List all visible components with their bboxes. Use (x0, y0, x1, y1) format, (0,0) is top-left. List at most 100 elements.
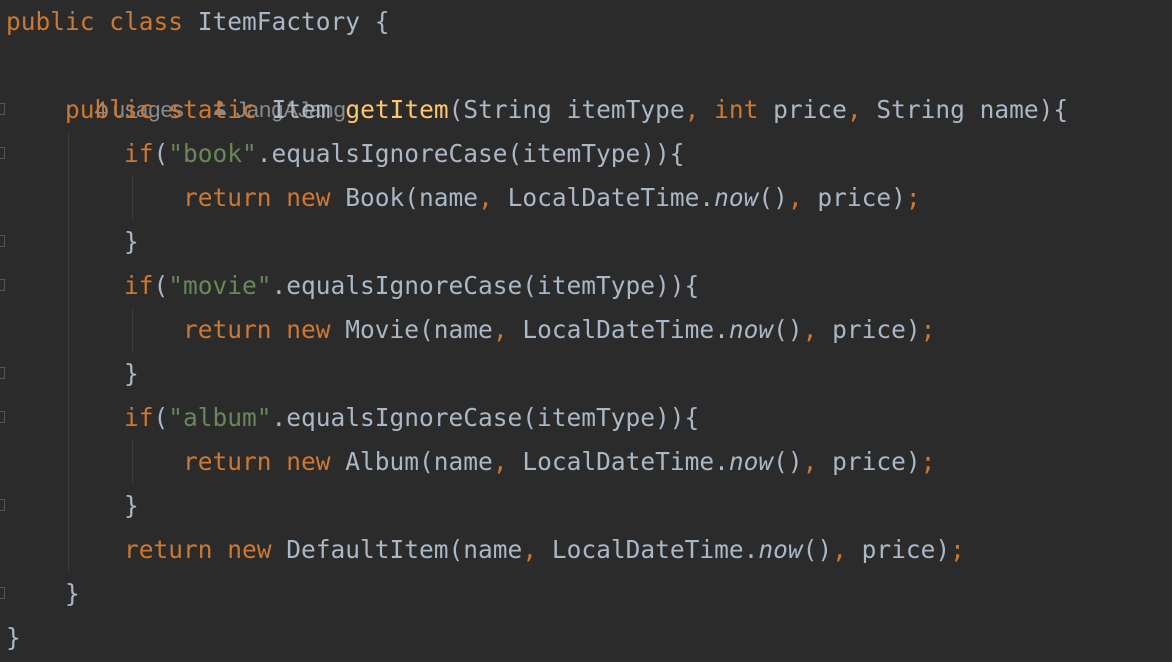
code-token: new (227, 535, 272, 564)
code-token: price) (817, 447, 921, 476)
code-line[interactable]: if("movie".equalsIgnoreCase(itemType)){ (6, 264, 699, 308)
code-token: , (522, 535, 538, 564)
code-token: now (728, 447, 774, 476)
code-token: getItem (345, 95, 449, 124)
code-token: Movie(name (330, 315, 493, 344)
code-line[interactable]: } (6, 352, 139, 396)
inlay-hint[interactable]: 4 usages JangAJang (70, 44, 345, 122)
code-token: , (832, 535, 847, 564)
code-token: if (6, 271, 154, 300)
code-line[interactable]: } (6, 484, 139, 528)
fold-marker-icon[interactable] (0, 587, 5, 599)
code-token: () (758, 183, 788, 212)
code-editor[interactable]: 4 usages JangAJang public class ItemFacto… (0, 0, 1172, 662)
code-token: (String itemType (448, 95, 685, 124)
code-token: , (846, 95, 862, 124)
code-line[interactable]: public class ItemFactory { (6, 0, 390, 44)
code-token: now (758, 535, 803, 564)
code-token: return (6, 315, 272, 344)
fold-marker-icon[interactable] (0, 103, 5, 115)
code-token: , (802, 315, 818, 344)
code-token: } (6, 491, 139, 520)
code-line[interactable]: return new Book(name, LocalDateTime.now(… (6, 176, 921, 220)
code-token: } (6, 227, 139, 256)
code-token: , (787, 183, 803, 212)
code-token: ; (920, 315, 936, 344)
code-token: "album" (168, 403, 272, 432)
code-token: LocalDateTime. (507, 315, 729, 344)
code-token: , (492, 315, 508, 344)
fold-marker-icon[interactable] (0, 499, 5, 511)
fold-marker-icon[interactable] (0, 367, 5, 379)
code-token: ( (153, 403, 169, 432)
code-token: "movie" (168, 271, 272, 300)
code-line[interactable]: return new Album(name, LocalDateTime.now… (6, 440, 935, 484)
code-token: () (773, 447, 803, 476)
code-token: LocalDateTime. (537, 535, 759, 564)
code-token: price) (802, 183, 906, 212)
code-token: ; (920, 447, 936, 476)
code-token: .equalsIgnoreCase(itemType)){ (271, 403, 700, 432)
code-line[interactable]: if("album".equalsIgnoreCase(itemType)){ (6, 396, 699, 440)
code-line[interactable]: } (6, 220, 139, 264)
code-token: price) (846, 535, 951, 564)
code-token: now (728, 315, 774, 344)
code-token: String name){ (861, 95, 1069, 124)
code-token: LocalDateTime. (507, 447, 729, 476)
code-token: , (684, 95, 700, 124)
code-token: price) (817, 315, 921, 344)
code-token: , (802, 447, 818, 476)
code-line[interactable]: if("book".equalsIgnoreCase(itemType)){ (6, 132, 685, 176)
code-token: () (773, 315, 803, 344)
code-token: ( (153, 271, 169, 300)
code-token: () (802, 535, 833, 564)
fold-marker-icon[interactable] (0, 279, 5, 291)
code-token: new (286, 315, 331, 344)
code-token: new (286, 447, 331, 476)
code-token: } (6, 623, 21, 652)
code-line[interactable]: return new Movie(name, LocalDateTime.now… (6, 308, 935, 352)
code-token: , (492, 447, 508, 476)
code-token: class (109, 7, 184, 36)
code-token: } (6, 359, 139, 388)
code-token: , (478, 183, 493, 212)
code-line[interactable]: return new DefaultItem(name, LocalDateTi… (6, 528, 965, 572)
code-token: return (6, 535, 213, 564)
code-token: static (168, 95, 257, 124)
code-token: ; (905, 183, 921, 212)
code-token: int (714, 95, 759, 124)
code-token: if (6, 139, 154, 168)
code-token: LocalDateTime. (492, 183, 715, 212)
code-token: if (6, 403, 154, 432)
code-line[interactable]: } (6, 616, 21, 660)
code-token: new (286, 183, 331, 212)
code-token: price (758, 95, 847, 124)
code-token: return (6, 447, 272, 476)
code-token: ; (950, 535, 965, 564)
code-token: Item (256, 95, 346, 124)
code-token: Book(name (330, 183, 479, 212)
code-line[interactable]: public static Item getItem(String itemTy… (6, 88, 1068, 132)
code-line[interactable]: } (6, 572, 80, 616)
code-token: "book" (168, 139, 257, 168)
fold-marker-icon[interactable] (0, 235, 5, 247)
code-token: DefaultItem(name (271, 535, 523, 564)
code-token: Album(name (330, 447, 493, 476)
code-token: .equalsIgnoreCase(itemType)){ (271, 271, 700, 300)
code-token: public (6, 95, 154, 124)
code-token: } (6, 579, 80, 608)
code-token: .equalsIgnoreCase(itemType)){ (256, 139, 685, 168)
code-token: ( (153, 139, 169, 168)
code-token: return (6, 183, 272, 212)
code-token: public (6, 7, 95, 36)
fold-marker-icon[interactable] (0, 147, 5, 159)
code-token: ItemFactory { (183, 7, 390, 36)
fold-marker-icon[interactable] (0, 411, 5, 423)
